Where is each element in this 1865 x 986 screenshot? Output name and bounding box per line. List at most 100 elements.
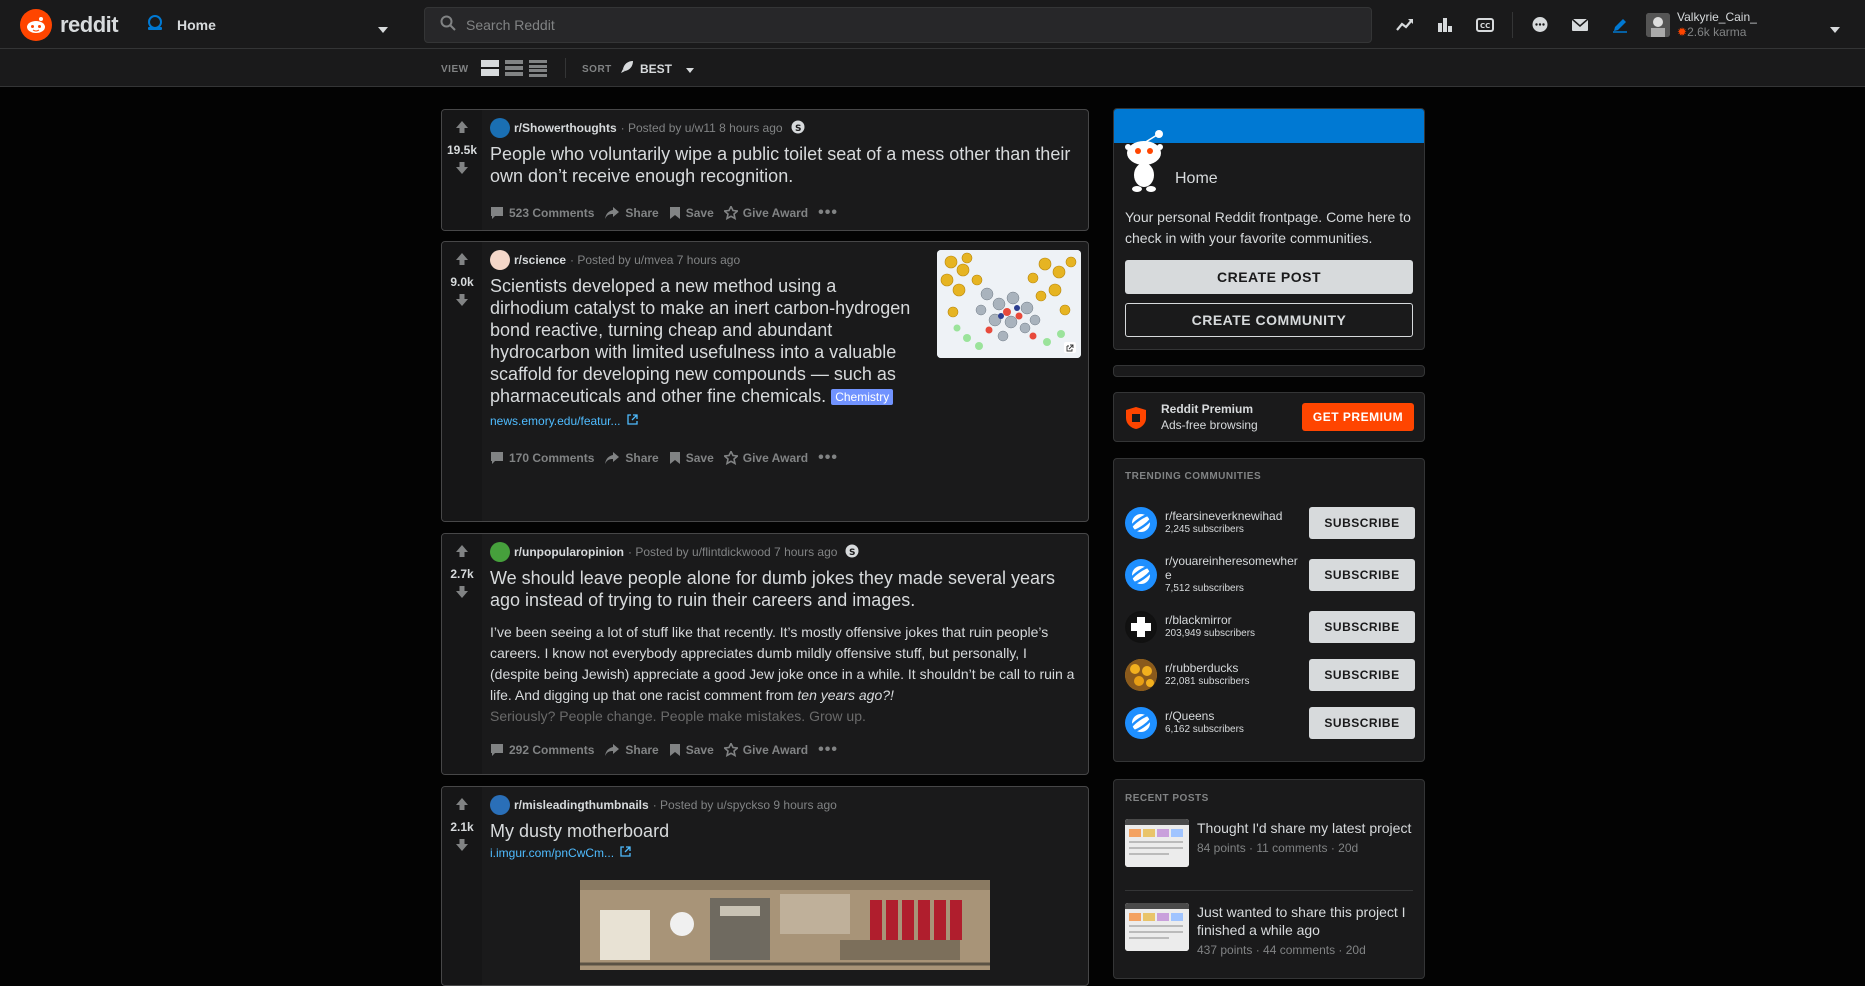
community-planet-icon xyxy=(1125,559,1157,591)
username: Valkyrie_Cain_ xyxy=(1677,10,1757,24)
community-subscribers: 6,162 subscribers xyxy=(1165,724,1244,735)
top-header: reddit Home CC xyxy=(0,0,1865,49)
feed-dropdown[interactable]: Home xyxy=(145,7,398,43)
upvote-icon[interactable] xyxy=(455,120,469,139)
bookmark-icon xyxy=(669,207,680,219)
user-menu[interactable]: Valkyrie_Cain_ ✹2.6k karma xyxy=(1646,8,1846,42)
sort-dropdown[interactable]: BEST xyxy=(620,60,695,77)
post-card[interactable]: 2.1k r/misleadingthumbnails · Posted by … xyxy=(441,786,1089,986)
subreddit-link[interactable]: r/misleadingthumbnails xyxy=(514,798,649,812)
subreddit-icon[interactable] xyxy=(490,118,510,138)
downvote-icon[interactable] xyxy=(455,585,469,604)
recent-post-title[interactable]: Thought I'd share my latest project xyxy=(1197,819,1411,837)
comment-icon xyxy=(491,452,503,464)
recent-post-title[interactable]: Just wanted to share this project I fini… xyxy=(1197,903,1413,939)
recent-posts-title: RECENT POSTS xyxy=(1125,793,1209,804)
external-link[interactable]: i.imgur.com/pnCwCm... xyxy=(490,846,631,860)
more-options-icon[interactable]: ••• xyxy=(818,204,838,222)
subreddit-icon[interactable] xyxy=(490,542,510,562)
save-button[interactable]: Save xyxy=(669,206,714,220)
more-options-icon[interactable]: ••• xyxy=(818,741,838,759)
community-row[interactable]: r/fearsineverknewihad 2,245 subscribers S… xyxy=(1125,505,1415,541)
subscribe-button[interactable]: SUBSCRIBE xyxy=(1309,611,1415,643)
downvote-icon[interactable] xyxy=(455,838,469,857)
community-row[interactable]: r/Queens 6,162 subscribers SUBSCRIBE xyxy=(1125,705,1415,741)
give-award-button[interactable]: Give Award xyxy=(723,743,808,757)
subscribe-button[interactable]: SUBSCRIBE xyxy=(1309,507,1415,539)
share-icon xyxy=(605,744,620,756)
trending-icon[interactable] xyxy=(1392,12,1418,38)
create-post-pencil-icon[interactable] xyxy=(1607,12,1633,38)
save-button[interactable]: Save xyxy=(669,743,714,757)
community-name[interactable]: r/blackmirror xyxy=(1165,613,1300,627)
chat-icon[interactable] xyxy=(1527,12,1553,38)
share-button[interactable]: Share xyxy=(604,206,659,220)
subreddit-icon[interactable] xyxy=(490,795,510,815)
subreddit-icon[interactable] xyxy=(490,250,510,270)
community-name[interactable]: r/fearsineverknewihad xyxy=(1165,509,1300,523)
post-card[interactable]: 19.5k r/Showerthoughts · Posted by u/w11… xyxy=(441,109,1089,231)
external-link[interactable]: news.emory.edu/featur... xyxy=(490,414,638,428)
award-label: Give Award xyxy=(742,451,809,465)
search-input[interactable] xyxy=(466,17,1346,33)
community-row[interactable]: r/blackmirror 203,949 subscribers SUBSCRI… xyxy=(1125,609,1415,645)
save-button[interactable]: Save xyxy=(669,451,714,465)
community-subscribers: 203,949 subscribers xyxy=(1165,628,1256,639)
post-image[interactable] xyxy=(580,880,990,970)
compact-view-icon[interactable] xyxy=(529,60,547,77)
share-button[interactable]: Share xyxy=(604,451,659,465)
community-name[interactable]: r/Queens xyxy=(1165,709,1300,723)
upvote-icon[interactable] xyxy=(455,252,469,271)
create-community-button[interactable]: CREATE COMMUNITY xyxy=(1125,303,1413,337)
captions-icon[interactable]: CC xyxy=(1472,12,1498,38)
community-name[interactable]: r/youareinheresomewhere xyxy=(1165,554,1300,582)
premium-subtitle: Ads-free browsing xyxy=(1161,418,1258,432)
stats-icon[interactable] xyxy=(1432,12,1458,38)
post-title[interactable]: My dusty motherboard xyxy=(490,820,1080,842)
give-award-button[interactable]: Give Award xyxy=(723,206,808,220)
subscribe-button[interactable]: SUBSCRIBE xyxy=(1309,707,1415,739)
post-thumbnail[interactable] xyxy=(937,250,1081,358)
downvote-icon[interactable] xyxy=(455,293,469,312)
create-post-button[interactable]: CREATE POST xyxy=(1125,260,1413,294)
post-title[interactable]: People who voluntarily wipe a public toi… xyxy=(490,143,1080,187)
comments-button[interactable]: 170 Comments xyxy=(490,451,594,465)
post-title[interactable]: Scientists developed a new method using … xyxy=(490,275,916,407)
downvote-icon[interactable] xyxy=(455,161,469,180)
card-view-icon[interactable] xyxy=(481,60,499,76)
community-row[interactable]: r/rubberducks 22,081 subscribers SUBSCRIB… xyxy=(1125,657,1415,693)
link-text: i.imgur.com/pnCwCm... xyxy=(490,846,615,860)
comments-button[interactable]: 292 Comments xyxy=(490,743,594,757)
recent-post-item[interactable]: Just wanted to share this project I fini… xyxy=(1125,903,1413,957)
recent-post-item[interactable]: Thought I'd share my latest project 84 p… xyxy=(1125,819,1413,867)
post-flair[interactable]: Chemistry xyxy=(831,389,894,406)
mail-icon[interactable] xyxy=(1567,12,1593,38)
share-label: Share xyxy=(625,451,659,465)
search-bar[interactable] xyxy=(424,7,1372,43)
vote-count: 2.7k xyxy=(450,567,474,581)
post-card[interactable]: 9.0k r/science · Posted by u/mvea 7 hour… xyxy=(441,241,1089,522)
post-title[interactable]: We should leave people alone for dumb jo… xyxy=(490,567,1080,611)
subreddit-link[interactable]: r/Showerthoughts xyxy=(514,121,617,135)
get-premium-button[interactable]: GET PREMIUM xyxy=(1302,403,1414,431)
upvote-icon[interactable] xyxy=(455,544,469,563)
more-options-icon[interactable]: ••• xyxy=(818,449,838,467)
give-award-button[interactable]: Give Award xyxy=(723,451,809,465)
feed-label: Home xyxy=(177,17,216,33)
subreddit-link[interactable]: r/unpopularopinion xyxy=(514,545,624,559)
upvote-icon[interactable] xyxy=(455,797,469,816)
subreddit-link[interactable]: r/science xyxy=(514,253,566,267)
post-card[interactable]: 2.7k r/unpopularopinion · Posted by u/fl… xyxy=(441,533,1089,775)
reddit-logo[interactable]: reddit xyxy=(20,9,119,41)
motherboard-aerial-image xyxy=(580,880,990,970)
subscribe-button[interactable]: SUBSCRIBE xyxy=(1309,559,1415,591)
share-button[interactable]: Share xyxy=(604,743,659,757)
header-icons: CC xyxy=(1392,12,1647,38)
community-name[interactable]: r/rubberducks xyxy=(1165,661,1300,675)
view-label: VIEW xyxy=(441,64,469,75)
community-row[interactable]: r/youareinheresomewhere 7,512 subscribers… xyxy=(1125,553,1415,597)
comments-button[interactable]: 523 Comments xyxy=(490,206,594,220)
classic-view-icon[interactable] xyxy=(505,60,523,76)
subscribe-button[interactable]: SUBSCRIBE xyxy=(1309,659,1415,691)
karma-icon: ✹ xyxy=(1677,25,1688,39)
